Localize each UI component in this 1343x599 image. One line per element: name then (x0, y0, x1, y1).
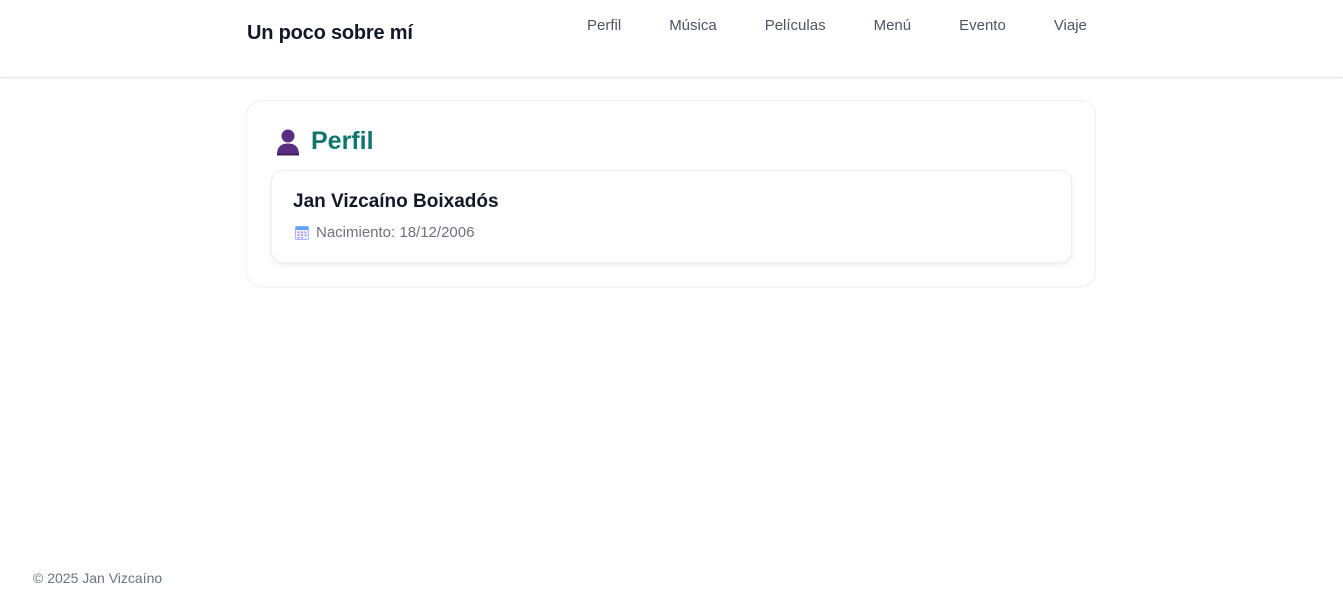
nav-link-perfil[interactable]: Perfil (563, 17, 645, 34)
profile-section-card: Perfil Jan Vizcaíno Boixadós Nacimiento: (246, 100, 1096, 287)
nav-link-musica[interactable]: Música (645, 17, 741, 34)
nav-link-evento[interactable]: Evento (935, 17, 1030, 34)
person-icon (277, 129, 299, 155)
nav-link-peliculas[interactable]: Películas (741, 17, 850, 34)
profile-card: Jan Vizcaíno Boixadós Nacimiento: 18/12/… (271, 170, 1072, 263)
site-header: Un poco sobre mí Perfil Música Películas… (0, 0, 1343, 78)
section-heading: Perfil (275, 127, 374, 156)
nav-link-menu[interactable]: Menú (850, 17, 936, 34)
birth-date: Nacimiento: 18/12/2006 (295, 224, 474, 241)
nav-link-viaje[interactable]: Viaje (1030, 17, 1111, 34)
birth-date-text: Nacimiento: 18/12/2006 (316, 224, 475, 241)
main-nav: Perfil Música Películas Menú Evento Viaj… (563, 17, 1111, 34)
calendar-icon (295, 226, 309, 240)
site-brand[interactable]: Un poco sobre mí (247, 22, 413, 45)
section-title: Perfil (311, 127, 374, 155)
profile-name: Jan Vizcaíno Boixadós (293, 191, 499, 212)
footer-copyright: © 2025 Jan Vizcaíno (33, 570, 163, 586)
